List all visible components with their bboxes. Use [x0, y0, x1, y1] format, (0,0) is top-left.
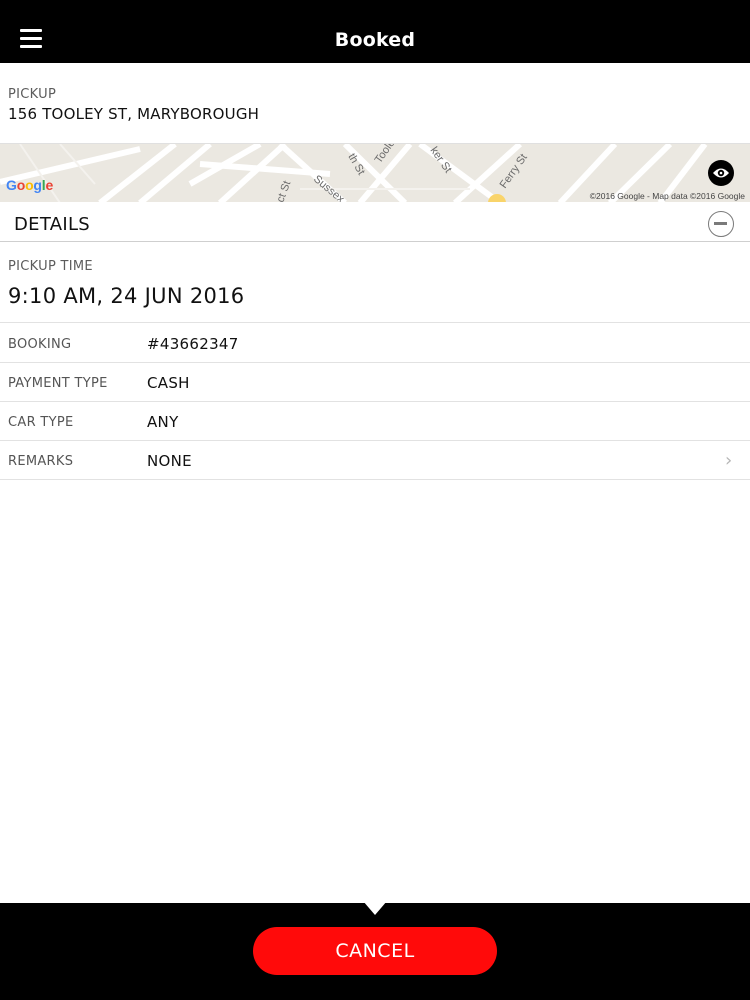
detail-row-car-type: CAR TYPE ANY	[0, 402, 750, 441]
pickup-label: PICKUP	[8, 87, 57, 102]
map-view[interactable]: th St Tooley ker St Ferry St Sussex ct S…	[0, 143, 750, 202]
street-label: Sussex	[311, 173, 347, 202]
street-label: th St	[345, 152, 367, 178]
pickup-address: 156 TOOLEY ST, MARYBOROUGH	[8, 105, 260, 123]
details-header: DETAILS	[0, 202, 750, 242]
pickup-time-label: PICKUP TIME	[8, 259, 93, 274]
google-logo: Google	[6, 177, 54, 193]
detail-value: #43662347	[147, 335, 239, 353]
pickup-time-value: 9:10 AM, 24 JUN 2016	[8, 284, 245, 308]
bar-notch	[363, 901, 387, 915]
map-attribution: ©2016 Google - Map data ©2016 Google	[589, 191, 745, 201]
detail-label: BOOKING	[8, 337, 72, 352]
street-label: ker St	[428, 145, 454, 175]
detail-row-remarks[interactable]: REMARKS NONE ›	[0, 441, 750, 480]
bottom-bar: CANCEL	[0, 901, 750, 1000]
street-label: ct St	[275, 179, 294, 202]
detail-value: CASH	[147, 374, 190, 392]
detail-label: PAYMENT TYPE	[8, 376, 108, 391]
detail-value: ANY	[147, 413, 179, 431]
chevron-right-icon: ›	[725, 450, 733, 471]
detail-row-payment-type: PAYMENT TYPE CASH	[0, 363, 750, 402]
cancel-button[interactable]: CANCEL	[253, 927, 497, 975]
eye-icon[interactable]	[708, 160, 734, 186]
pickup-section: PICKUP 156 TOOLEY ST, MARYBOROUGH	[0, 63, 750, 143]
pickup-time-section: PICKUP TIME 9:10 AM, 24 JUN 2016	[0, 242, 750, 323]
details-title: DETAILS	[14, 214, 91, 235]
top-bar: Booked	[0, 0, 750, 63]
detail-label: CAR TYPE	[8, 415, 74, 430]
detail-row-booking: BOOKING #43662347	[0, 324, 750, 363]
detail-label: REMARKS	[8, 454, 74, 469]
page-title: Booked	[334, 29, 416, 51]
detail-value: NONE	[147, 452, 192, 470]
minus-circle-icon[interactable]	[708, 211, 734, 237]
